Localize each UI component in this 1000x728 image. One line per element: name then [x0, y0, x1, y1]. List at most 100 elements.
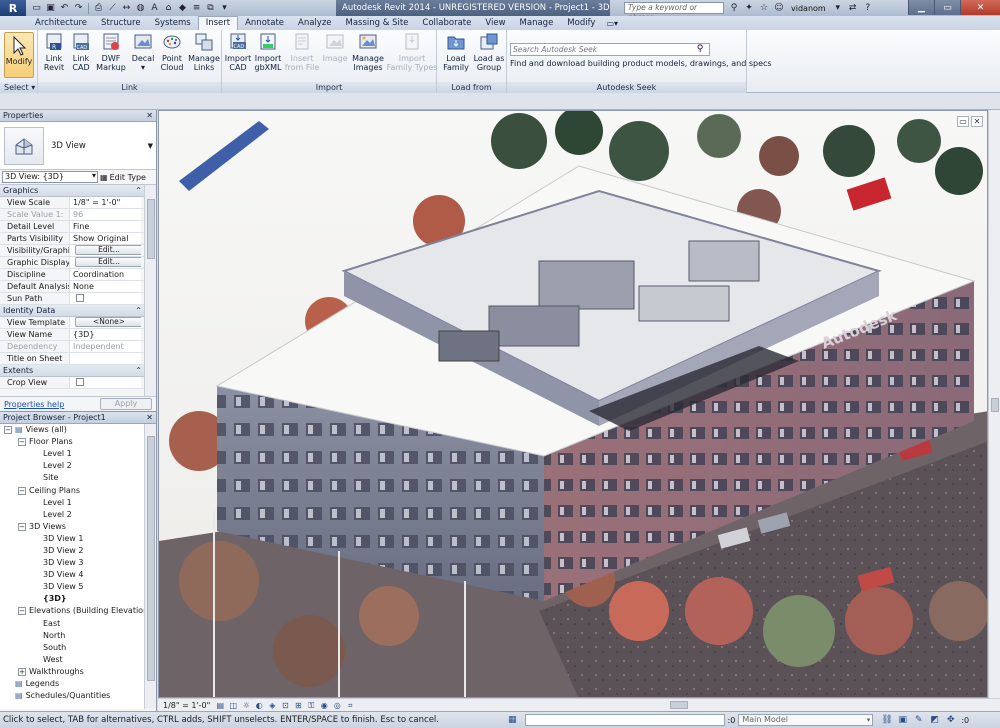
- close-button[interactable]: ✕: [960, 0, 1000, 15]
- subscription-icon[interactable]: ✦: [743, 2, 755, 14]
- property-group-header[interactable]: Identity Data: [0, 305, 156, 317]
- tab-analyze[interactable]: Analyze: [291, 17, 339, 30]
- tab-systems[interactable]: Systems: [148, 17, 198, 30]
- edit-type-button[interactable]: ▦ Edit Type: [100, 173, 146, 182]
- visual-style-icon[interactable]: ◫: [228, 701, 238, 710]
- collapse-icon[interactable]: −: [18, 522, 26, 531]
- property-checkbox[interactable]: [76, 378, 84, 386]
- collapse-icon[interactable]: −: [4, 426, 12, 435]
- shadows-icon[interactable]: ◐: [254, 701, 264, 710]
- maximize-button[interactable]: ▭: [934, 0, 960, 15]
- select-by-face-icon[interactable]: ◩: [929, 715, 940, 726]
- browser-item[interactable]: −3D Views: [0, 521, 156, 533]
- active-design-option-select[interactable]: Main Model: [738, 714, 874, 726]
- reveal-hidden-icon[interactable]: ◎: [332, 701, 342, 710]
- property-value[interactable]: Coordination: [70, 269, 141, 280]
- select-underlay-icon[interactable]: ▣: [897, 715, 908, 726]
- property-group-header[interactable]: Graphics: [0, 185, 156, 197]
- browser-item[interactable]: 3D View 3: [0, 557, 156, 569]
- save-icon[interactable]: ▣: [44, 2, 57, 14]
- property-checkbox[interactable]: [76, 294, 84, 302]
- chevron-down-icon[interactable]: ▾: [832, 2, 844, 14]
- close-icon[interactable]: ✕: [146, 110, 153, 122]
- measure-icon[interactable]: ⟋: [106, 2, 119, 14]
- tab-collaborate[interactable]: Collaborate: [415, 17, 478, 30]
- communication-icon[interactable]: ☆: [758, 2, 770, 14]
- property-edit-button[interactable]: <None>: [75, 317, 141, 327]
- binoculars-icon[interactable]: ⚲: [728, 2, 740, 14]
- property-value[interactable]: {3D}: [70, 329, 141, 340]
- scrollbar-thumb[interactable]: [991, 398, 999, 412]
- import-gbxml-button[interactable]: Import gbXML: [253, 32, 283, 72]
- property-value[interactable]: None: [70, 281, 141, 292]
- link-cad-button[interactable]: CAD Link CAD: [68, 32, 94, 72]
- property-value[interactable]: Fine: [70, 221, 141, 232]
- property-edit-button[interactable]: Edit...: [75, 245, 141, 255]
- view-close-button[interactable]: ✕: [971, 116, 983, 127]
- browser-item[interactable]: West: [0, 654, 156, 666]
- worksets-field[interactable]: [524, 714, 725, 726]
- select-pinned-icon[interactable]: ✎: [913, 715, 924, 726]
- browser-item[interactable]: + Walkthroughs: [0, 666, 156, 678]
- image-button[interactable]: Image: [322, 32, 348, 63]
- close-icon[interactable]: ✕: [146, 412, 153, 424]
- seek-search-button[interactable]: ⚲: [693, 43, 707, 56]
- browser-item[interactable]: − Elevations (Building Elevation): [0, 605, 156, 617]
- tab-modify[interactable]: Modify: [560, 17, 602, 30]
- load-as-group-button[interactable]: Load as Group: [473, 32, 505, 72]
- scrollbar-thumb[interactable]: [147, 199, 155, 259]
- help-icon[interactable]: ?: [862, 2, 874, 14]
- exchange-icon[interactable]: ⇄: [847, 2, 859, 14]
- properties-help-link[interactable]: Properties help: [4, 400, 64, 409]
- properties-scrollbar[interactable]: [144, 185, 156, 396]
- switch-windows-icon[interactable]: ▾: [218, 2, 231, 14]
- drag-elements-icon[interactable]: ✥: [945, 715, 956, 726]
- select-links-icon[interactable]: ⛓: [881, 715, 892, 726]
- analytical-model-icon[interactable]: ⌗: [345, 701, 355, 710]
- insert-from-file-button[interactable]: Insert from File: [285, 32, 319, 72]
- tab-massing-site[interactable]: Massing & Site: [339, 17, 416, 30]
- import-family-types-button[interactable]: Import Family Types: [387, 32, 437, 72]
- manage-images-button[interactable]: Manage Images: [350, 32, 386, 72]
- property-value[interactable]: <None>: [70, 317, 141, 328]
- property-value[interactable]: [70, 353, 141, 364]
- browser-item[interactable]: 3D View 2: [0, 545, 156, 557]
- browser-item[interactable]: ▤ Schedules/Quantities: [0, 690, 156, 702]
- tab-structure[interactable]: Structure: [94, 17, 148, 30]
- point-cloud-button[interactable]: Point Cloud: [159, 32, 185, 72]
- horizontal-scrollbar-thumb[interactable]: [670, 701, 688, 709]
- seek-search-input[interactable]: Search Autodesk Seek: [510, 43, 710, 56]
- detail-level-icon[interactable]: ▤: [215, 701, 225, 710]
- minimize-button[interactable]: ▁: [908, 0, 934, 15]
- tab-architecture[interactable]: Architecture: [28, 17, 94, 30]
- load-family-button[interactable]: Load Family: [441, 32, 471, 72]
- property-value[interactable]: [70, 377, 141, 388]
- temporary-hide-icon[interactable]: ◉: [319, 701, 329, 710]
- section-icon[interactable]: ◆: [176, 2, 189, 14]
- property-value[interactable]: Edit...: [70, 257, 141, 268]
- link-revit-button[interactable]: R Link Revit: [41, 32, 67, 72]
- property-value[interactable]: Edit...: [70, 245, 141, 256]
- modify-button[interactable]: Modify: [4, 32, 34, 78]
- browser-item[interactable]: {3D}: [0, 593, 156, 605]
- decal-button[interactable]: Decal ▾: [130, 32, 156, 72]
- close-hidden-icon[interactable]: ⧉: [204, 2, 217, 14]
- import-cad-button[interactable]: CAD Import CAD: [224, 32, 252, 72]
- user-icon[interactable]: ☺: [773, 2, 785, 14]
- rendering-icon[interactable]: ◈: [267, 701, 277, 710]
- crop-view-icon[interactable]: ⊡: [280, 701, 290, 710]
- lock-view-icon[interactable]: ⚿: [306, 701, 316, 710]
- browser-item[interactable]: 3D View 1: [0, 533, 156, 545]
- collapse-icon[interactable]: −: [18, 486, 26, 495]
- 3d-view-icon[interactable]: ⌂: [162, 2, 175, 14]
- thin-lines-icon[interactable]: ≡: [190, 2, 203, 14]
- property-value[interactable]: [70, 293, 141, 304]
- browser-item[interactable]: 3D View 5: [0, 581, 156, 593]
- dimension-icon[interactable]: ↔: [120, 2, 133, 14]
- ribbon-minimize-toggle[interactable]: ▭▾: [606, 17, 618, 30]
- browser-item[interactable]: Level 1: [0, 497, 156, 509]
- manage-links-button[interactable]: Manage Links: [188, 32, 220, 72]
- instance-filter-select[interactable]: 3D View: {3D}: [2, 171, 98, 183]
- browser-item[interactable]: − Floor Plans: [0, 436, 156, 448]
- open-icon[interactable]: ▭: [30, 2, 43, 14]
